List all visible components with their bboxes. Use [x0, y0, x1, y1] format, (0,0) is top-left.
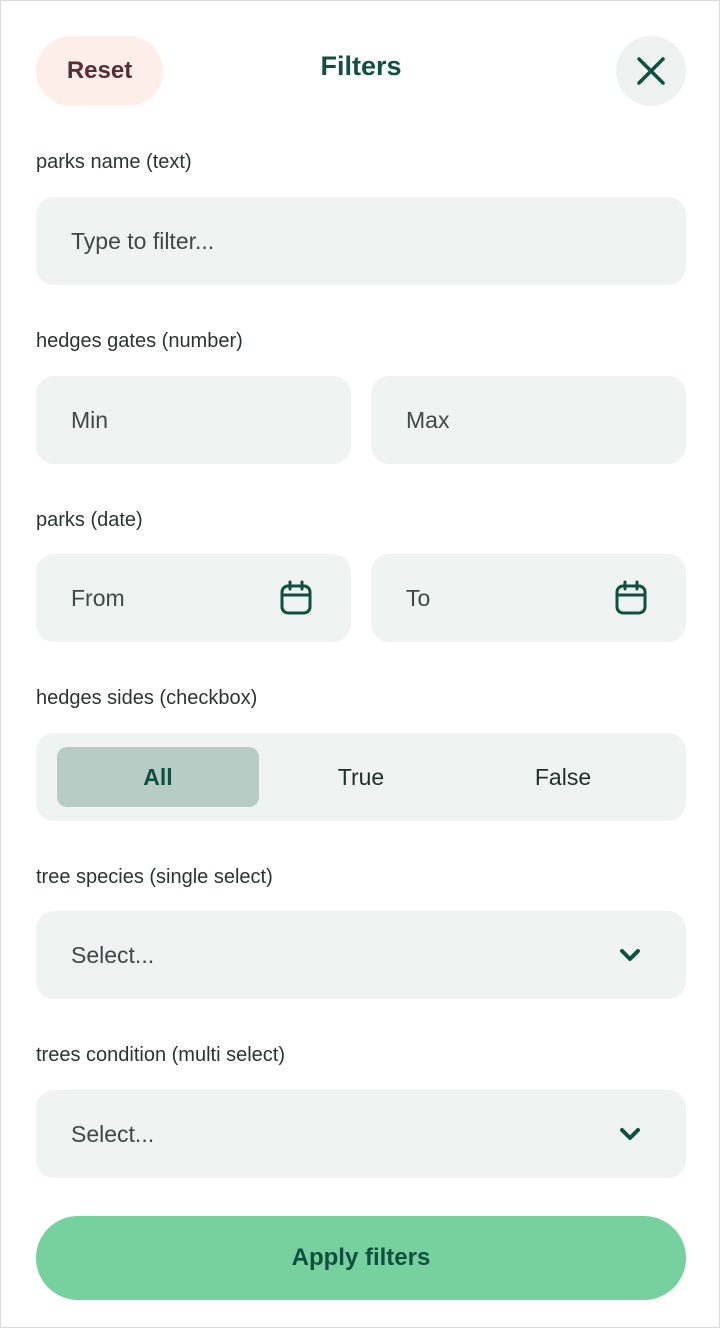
- trees-condition-select[interactable]: Select...: [36, 1090, 686, 1178]
- from-placeholder: From: [71, 584, 125, 611]
- trees-condition-label: trees condition (multi select): [36, 1044, 285, 1066]
- calendar-icon[interactable]: [279, 580, 313, 616]
- hedges-sides-label: hedges sides (checkbox): [36, 687, 258, 709]
- calendar-icon[interactable]: [614, 580, 648, 616]
- close-icon: [635, 55, 667, 87]
- hedges-gates-min-input[interactable]: Min: [36, 376, 351, 464]
- min-placeholder: Min: [71, 406, 109, 433]
- tree-species-label: tree species (single select): [36, 866, 273, 888]
- trees-condition-value: Select...: [71, 1120, 155, 1147]
- filters-panel: Reset Filters parks name (text) Type to …: [0, 0, 720, 1328]
- segment-option-all[interactable]: All: [57, 747, 259, 807]
- parks-name-label: parks name (text): [36, 151, 192, 173]
- parks-date-label: parks (date): [36, 509, 143, 531]
- max-placeholder: Max: [406, 406, 450, 433]
- page-title: Filters: [320, 51, 402, 81]
- tree-species-select[interactable]: Select...: [36, 911, 686, 999]
- hedges-sides-segmented-control: All True False: [36, 733, 686, 821]
- segment-option-false[interactable]: False: [462, 747, 664, 807]
- header: Reset Filters: [1, 1, 720, 141]
- chevron-down-icon: [619, 948, 641, 962]
- parks-name-input[interactable]: Type to filter...: [36, 197, 686, 285]
- parks-name-placeholder: Type to filter...: [71, 227, 215, 254]
- hedges-gates-max-input[interactable]: Max: [371, 376, 686, 464]
- hedges-gates-label: hedges gates (number): [36, 330, 243, 352]
- apply-filters-button[interactable]: Apply filters: [36, 1216, 686, 1300]
- to-placeholder: To: [406, 584, 431, 611]
- date-from-input[interactable]: From: [36, 554, 351, 642]
- chevron-down-icon: [619, 1127, 641, 1141]
- tree-species-value: Select...: [71, 941, 155, 968]
- date-to-input[interactable]: To: [371, 554, 686, 642]
- segment-option-true[interactable]: True: [260, 747, 462, 807]
- apply-filters-label: Apply filters: [291, 1244, 431, 1271]
- close-button[interactable]: [616, 36, 686, 106]
